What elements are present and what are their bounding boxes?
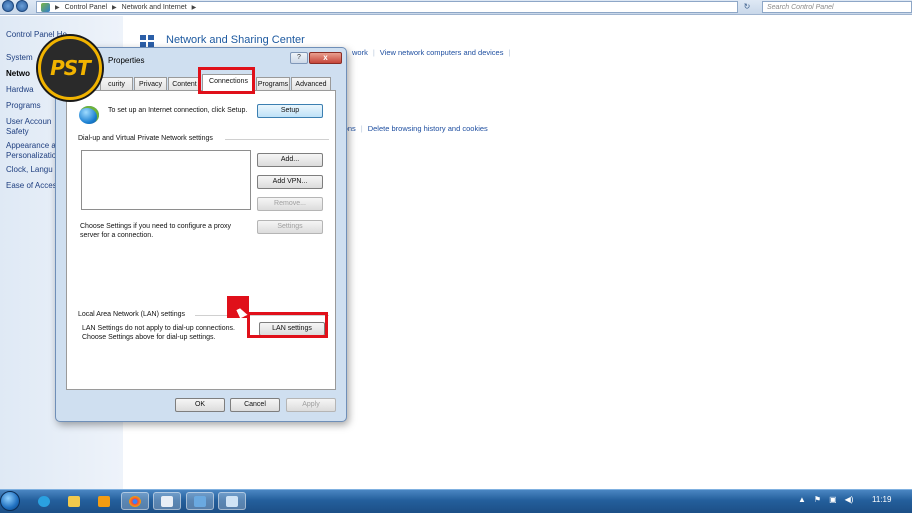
refresh-icon[interactable]: ↻ (740, 2, 754, 11)
taskbar-internet-properties[interactable] (218, 492, 246, 510)
apply-button[interactable]: Apply (286, 398, 336, 412)
start-button[interactable] (0, 491, 20, 511)
nav-hardware-and-sound[interactable]: Hardwa (6, 85, 34, 94)
taskbar-control-panel[interactable] (186, 492, 214, 510)
nav-network-and-internet[interactable]: Netwo (6, 69, 30, 78)
globe-icon (79, 106, 99, 124)
close-button[interactable]: x (309, 52, 342, 64)
clock[interactable]: 11:19 (872, 495, 891, 504)
lan-group-label: Local Area Network (LAN) settings (78, 311, 185, 318)
proxy-text: Choose Settings if you need to configure… (80, 223, 231, 239)
taskbar-ie[interactable] (30, 492, 58, 510)
nav-programs[interactable]: Programs (6, 101, 41, 110)
link-network-partial[interactable]: work (352, 48, 368, 57)
nav-user-accounts[interactable]: User Accoun (6, 117, 51, 126)
chevron-right-icon: ▶ (55, 4, 60, 11)
folder-icon (68, 495, 80, 507)
search-input[interactable]: Search Control Panel (762, 1, 912, 13)
dialup-group-label: Dial-up and Virtual Private Network sett… (78, 135, 213, 142)
help-button[interactable]: ? (290, 52, 308, 64)
tab-advanced[interactable]: Advanced (291, 77, 331, 91)
volume-icon[interactable]: ◀) (845, 495, 854, 504)
cancel-button[interactable]: Cancel (230, 398, 280, 412)
taskbar-chrome[interactable] (121, 492, 149, 510)
setup-button[interactable]: Setup (257, 104, 323, 118)
link-row-1: work | View network computers and devices | (352, 48, 511, 57)
internet-properties-icon (226, 495, 238, 507)
chevron-right-icon: ▶ (191, 4, 197, 11)
internet-properties-dialog: Properties ? x curity Privacy Content Co… (55, 47, 347, 422)
link-view-network-computers[interactable]: View network computers and devices (380, 48, 504, 57)
nav-appearance-line2[interactable]: Personalizatio (6, 151, 56, 160)
tab-content[interactable]: Content (168, 77, 201, 91)
nav-appearance[interactable]: Appearance a (6, 141, 56, 150)
nav-ease-of-access[interactable]: Ease of Acces (6, 181, 57, 190)
show-hidden-icons-icon[interactable]: ▲ (798, 495, 806, 504)
setup-text: To set up an Internet connection, click … (108, 107, 248, 114)
taskbar-window[interactable] (153, 492, 181, 510)
network-icon[interactable]: ▣ (829, 495, 837, 504)
connections-panel: To set up an Internet connection, click … (66, 90, 336, 390)
window-icon (161, 495, 173, 507)
internet-explorer-icon (38, 495, 50, 507)
taskbar-media[interactable] (90, 492, 118, 510)
media-player-icon (98, 495, 110, 507)
link-delete-browsing-history[interactable]: Delete browsing history and cookies (368, 124, 488, 133)
taskbar-explorer[interactable] (60, 492, 88, 510)
remove-button[interactable]: Remove... (257, 197, 323, 211)
link-row-2: ions | Delete browsing history and cookies (342, 124, 488, 133)
taskbar: ▲ ⚑ ▣ ◀) 11:19 (0, 489, 912, 513)
nav-user-accounts-line2[interactable]: Safety (6, 127, 29, 136)
dialog-title: Properties (108, 56, 145, 65)
action-center-flag-icon[interactable]: ⚑ (814, 495, 821, 504)
highlight-lan-settings (247, 312, 328, 338)
tab-security[interactable]: curity (100, 77, 133, 91)
forward-button[interactable] (16, 0, 28, 12)
system-tray: ▲ ⚑ ▣ ◀) (798, 495, 853, 504)
lan-text-line1: LAN Settings do not apply to dial-up con… (82, 325, 235, 332)
breadcrumb[interactable]: ▶ Control Panel ▶ Network and Internet ▶ (36, 1, 738, 13)
add-vpn-button[interactable]: Add VPN... (257, 175, 323, 189)
tab-privacy[interactable]: Privacy (134, 77, 167, 91)
breadcrumb-control-panel[interactable]: Control Panel (65, 4, 107, 11)
tab-programs[interactable]: Programs (256, 77, 290, 91)
highlight-connections-tab (198, 67, 255, 94)
address-bar: ▶ Control Panel ▶ Network and Internet ▶… (0, 0, 912, 15)
control-panel-icon (41, 2, 50, 12)
chrome-icon (129, 495, 141, 507)
add-button[interactable]: Add... (257, 153, 323, 167)
group-divider (225, 139, 329, 140)
breadcrumb-network-and-internet[interactable]: Network and Internet (122, 4, 187, 11)
channel-logo: PST (38, 36, 102, 100)
control-panel-icon (194, 495, 206, 507)
ok-button[interactable]: OK (175, 398, 225, 412)
page-title[interactable]: Network and Sharing Center (166, 34, 305, 46)
logo-text: PST (50, 56, 91, 80)
chevron-right-icon: ▶ (112, 4, 117, 11)
connections-list[interactable] (81, 150, 251, 210)
nav-system-and-security[interactable]: System (6, 53, 33, 62)
nav-clock-language-region[interactable]: Clock, Langu (6, 165, 53, 174)
settings-button[interactable]: Settings (257, 220, 323, 234)
lan-text-line2: Choose Settings above for dial-up settin… (82, 334, 216, 341)
back-button[interactable] (2, 0, 14, 12)
